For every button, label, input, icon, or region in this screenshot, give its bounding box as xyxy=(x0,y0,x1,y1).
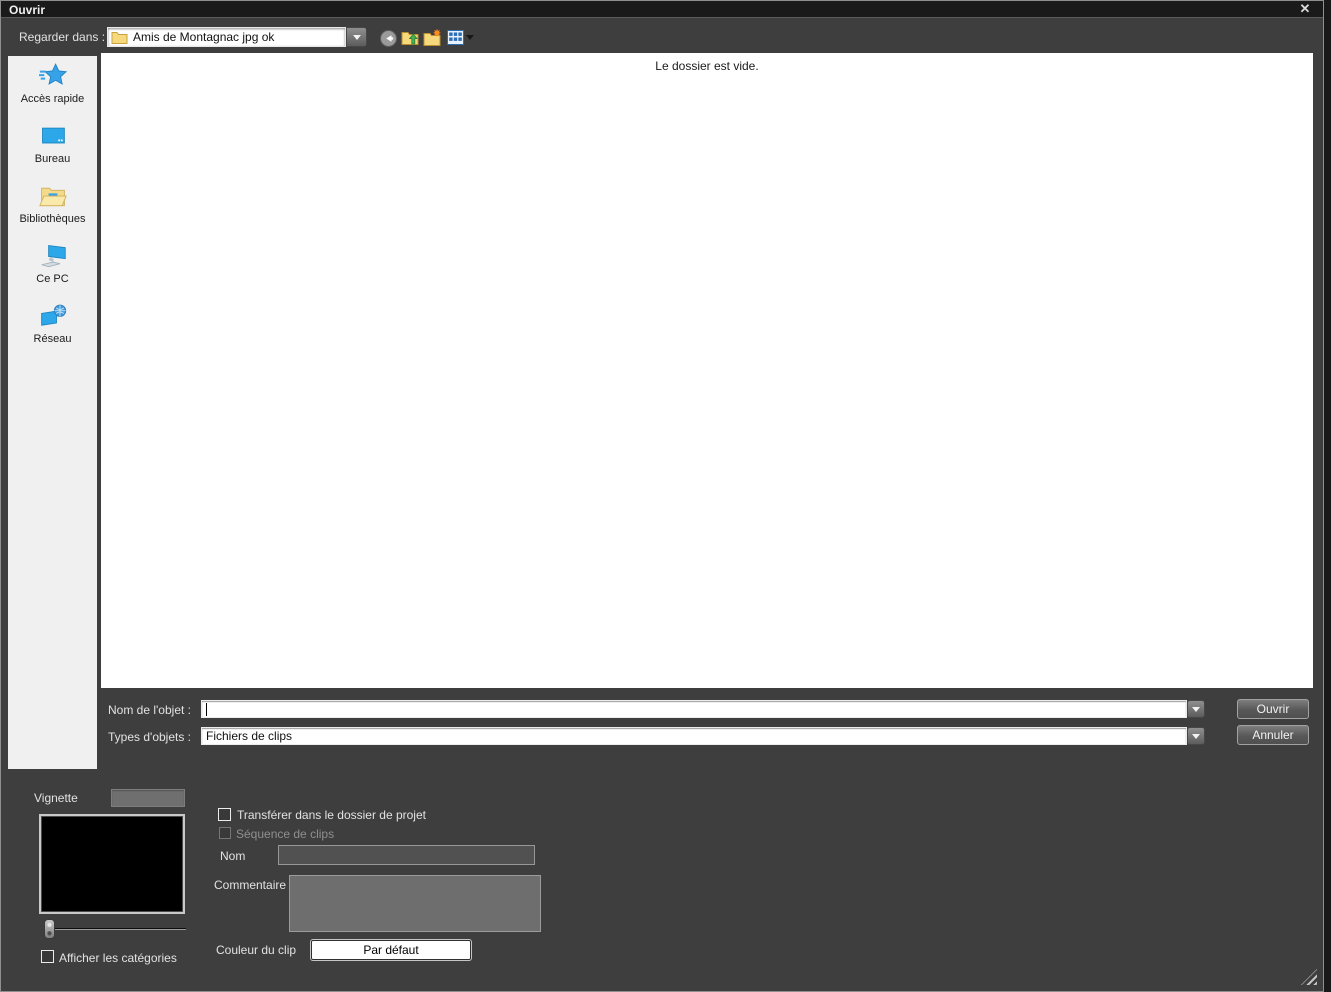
sidebar-item-quick-access[interactable]: Accès rapide xyxy=(8,56,97,116)
clip-sequence-label: Séquence de clips xyxy=(236,827,335,841)
clip-sequence-checkbox xyxy=(219,827,231,839)
sidebar-item-label: Réseau xyxy=(33,333,72,345)
comment-textarea[interactable] xyxy=(289,875,541,932)
back-icon[interactable] xyxy=(379,29,397,47)
libraries-icon xyxy=(38,187,67,207)
file-type-combobox[interactable]: Fichiers de clips xyxy=(201,727,1187,745)
file-type-label: Types d'objets : xyxy=(108,730,192,744)
places-sidebar: Accès rapide Bureau Bibliothèques Ce PC … xyxy=(8,56,97,769)
file-name-label: Nom de l'objet : xyxy=(108,703,191,717)
transfer-to-project-label: Transférer dans le dossier de projet xyxy=(237,808,426,822)
sidebar-item-network[interactable]: Réseau xyxy=(8,296,97,356)
close-icon[interactable]: ✕ xyxy=(1296,1,1314,17)
slider-thumb[interactable] xyxy=(44,919,55,939)
clip-name-input[interactable] xyxy=(278,845,535,865)
look-in-value: Amis de Montagnac jpg ok xyxy=(133,30,275,44)
sidebar-item-desktop[interactable]: Bureau xyxy=(8,116,97,176)
open-dialog: Ouvrir ✕ Regarder dans : Amis de Montagn… xyxy=(0,0,1324,992)
chevron-down-icon xyxy=(352,34,361,40)
file-type-value: Fichiers de clips xyxy=(206,729,293,743)
sidebar-item-label: Ce PC xyxy=(36,273,69,285)
file-list-area[interactable]: Le dossier est vide. xyxy=(101,53,1313,688)
clip-color-label: Couleur du clip xyxy=(216,943,297,957)
network-icon xyxy=(40,304,66,326)
chevron-down-icon xyxy=(1192,706,1200,712)
title-bar: Ouvrir ✕ xyxy=(1,1,1323,18)
file-name-dropdown-button[interactable] xyxy=(1187,700,1205,718)
look-in-combobox[interactable]: Amis de Montagnac jpg ok xyxy=(107,27,346,47)
show-categories-checkbox[interactable] xyxy=(41,950,54,963)
view-menu-icon[interactable] xyxy=(447,30,464,45)
text-caret xyxy=(206,703,207,716)
desktop-icon xyxy=(41,127,65,144)
look-in-dropdown-button[interactable] xyxy=(346,27,367,47)
chevron-down-icon xyxy=(1192,733,1200,739)
dialog-title: Ouvrir xyxy=(9,3,46,17)
show-categories-label: Afficher les catégories xyxy=(59,951,177,965)
open-button[interactable]: Ouvrir xyxy=(1237,699,1309,719)
thumbnail-preview xyxy=(39,814,185,914)
sidebar-item-label: Accès rapide xyxy=(20,93,85,105)
sidebar-item-this-pc[interactable]: Ce PC xyxy=(8,236,97,296)
sidebar-item-libraries[interactable]: Bibliothèques xyxy=(8,176,97,236)
sidebar-item-label: Bureau xyxy=(34,153,71,165)
resize-grip[interactable] xyxy=(1301,969,1317,985)
transfer-to-project-checkbox[interactable] xyxy=(218,808,231,821)
file-type-dropdown-button[interactable] xyxy=(1187,727,1205,745)
clip-color-default-button[interactable]: Par défaut xyxy=(311,940,471,960)
folder-icon xyxy=(111,32,128,44)
thumbnail-value-box xyxy=(111,789,185,807)
quick-access-icon xyxy=(38,63,67,85)
parent-folder-icon[interactable] xyxy=(401,28,420,46)
clip-name-label: Nom xyxy=(220,849,246,863)
sidebar-item-label: Bibliothèques xyxy=(19,213,86,225)
look-in-label: Regarder dans : xyxy=(19,30,106,44)
comment-label: Commentaire xyxy=(214,878,287,892)
empty-folder-message: Le dossier est vide. xyxy=(655,59,759,73)
thumbnail-size-slider[interactable] xyxy=(49,928,186,930)
new-folder-icon[interactable] xyxy=(423,28,442,46)
file-name-input[interactable] xyxy=(201,700,1187,718)
view-menu-chevron-icon[interactable] xyxy=(466,35,474,40)
thumbnail-label: Vignette xyxy=(34,791,78,805)
this-pc-icon xyxy=(41,245,66,268)
cancel-button[interactable]: Annuler xyxy=(1237,725,1309,745)
